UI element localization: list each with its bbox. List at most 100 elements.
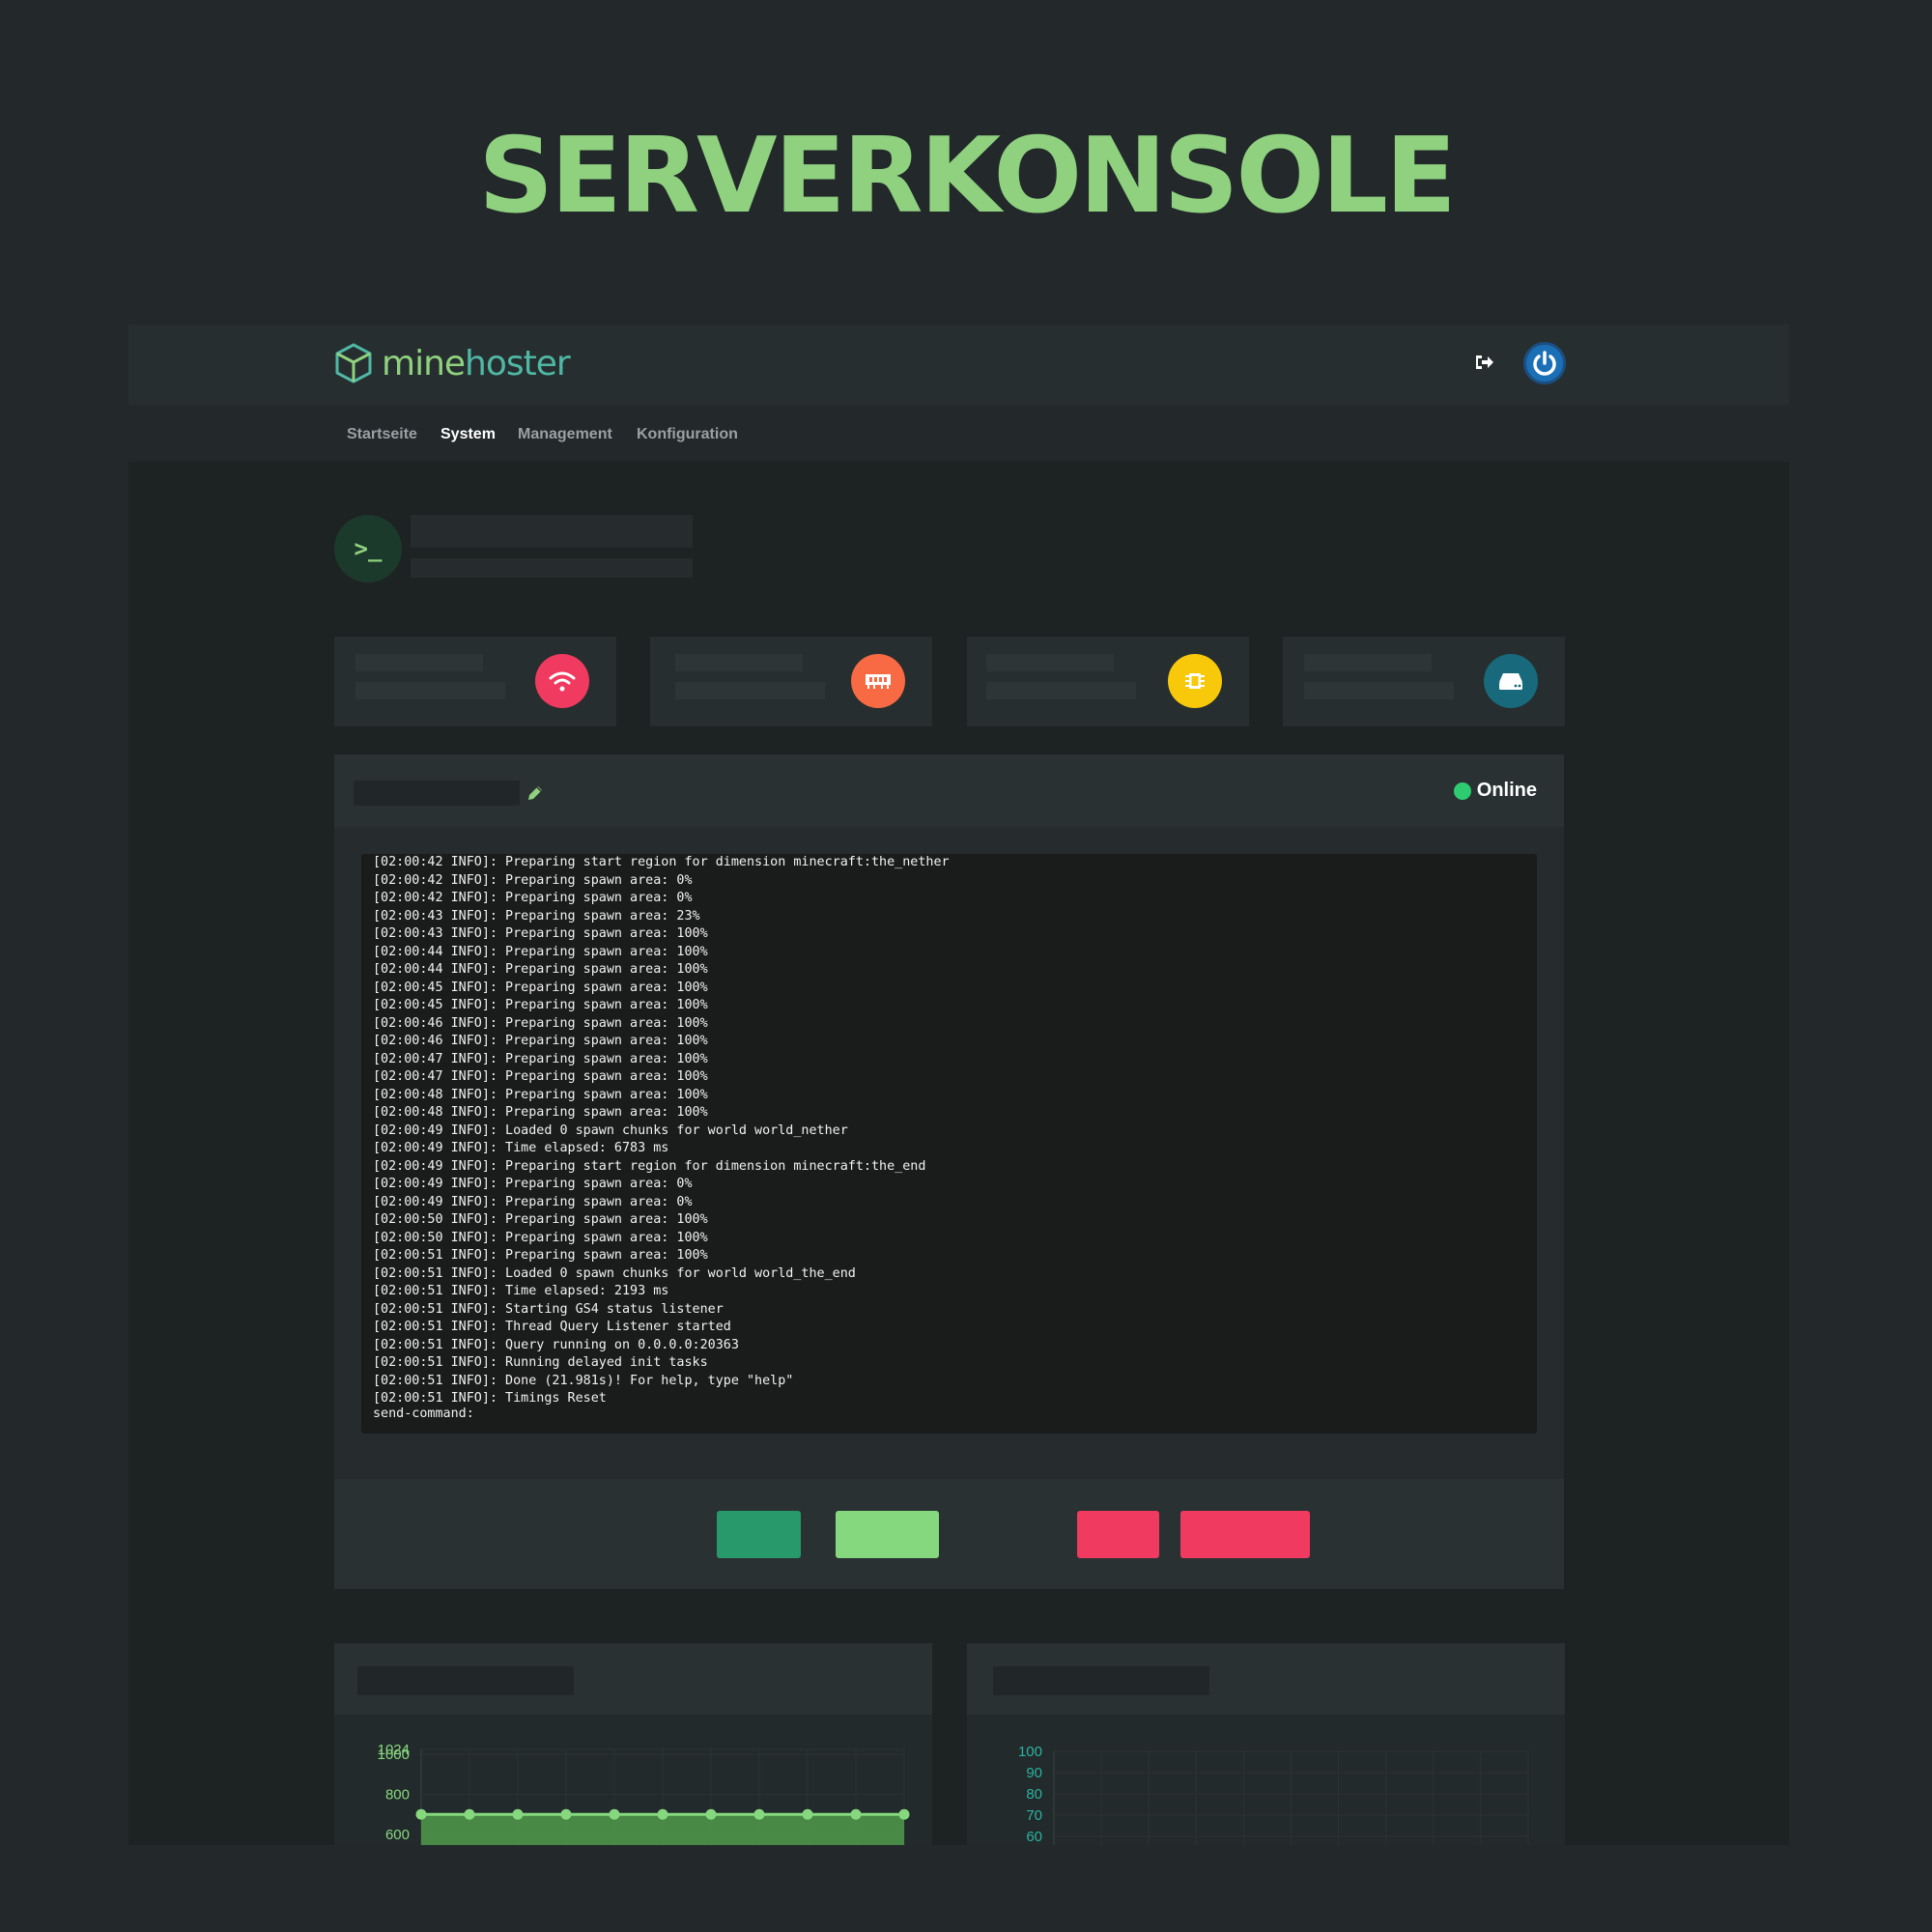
app-window: minehoster Startseite System Management … xyxy=(128,325,1789,1845)
brand-logo[interactable]: minehoster xyxy=(333,342,571,384)
chart-title-placeholder xyxy=(993,1666,1209,1695)
stat-card-network xyxy=(334,637,616,726)
stat-card-disk xyxy=(1283,637,1565,726)
stop-button[interactable] xyxy=(1077,1511,1159,1558)
log-lines: [02:00:42 INFO]: Preparing start region … xyxy=(373,854,950,1408)
log-line: [02:00:45 INFO]: Preparing spawn area: 1… xyxy=(373,998,708,1012)
data-point xyxy=(898,1808,910,1820)
log-line: [02:00:42 INFO]: Preparing spawn area: 0… xyxy=(373,872,693,888)
command-prompt[interactable]: send-command: xyxy=(373,1406,474,1421)
edit-name-icon[interactable] xyxy=(526,783,545,808)
data-point xyxy=(560,1808,572,1820)
wifi-icon xyxy=(535,654,589,708)
stat-card-cpu xyxy=(967,637,1249,726)
log-line: [02:00:51 INFO]: Thread Query Listener s… xyxy=(373,1320,731,1334)
status-dot xyxy=(1453,781,1471,800)
cpu-chart: 100 90 80 70 60 xyxy=(1018,1744,1529,1845)
stat-label-placeholder xyxy=(986,654,1114,671)
log-line: [02:00:51 INFO]: Running delayed init ta… xyxy=(373,1355,708,1370)
memory-chart: 10241000800600 xyxy=(378,1742,910,1845)
y-tick-label: 60 xyxy=(1026,1829,1042,1845)
log-line: [02:00:51 INFO]: Timings Reset xyxy=(373,1391,607,1406)
log-line: [02:00:47 INFO]: Preparing spawn area: 1… xyxy=(373,1051,708,1066)
console-output[interactable]: [02:00:42 INFO]: Preparing start region … xyxy=(361,854,1537,1434)
log-line: [02:00:42 INFO]: Preparing start region … xyxy=(373,855,950,869)
stat-card-memory xyxy=(650,637,932,726)
top-bar: minehoster xyxy=(128,325,1789,405)
restart-button[interactable] xyxy=(836,1511,939,1558)
y-tick-label: 90 xyxy=(1026,1765,1042,1781)
chart-title-placeholder xyxy=(357,1666,574,1695)
terminal-icon: >_ xyxy=(334,515,402,582)
y-tick-label: 100 xyxy=(1018,1744,1042,1760)
stat-label-placeholder xyxy=(1304,654,1432,671)
kill-button[interactable] xyxy=(1180,1511,1310,1558)
stat-value-placeholder xyxy=(1304,682,1454,699)
log-line: [02:00:47 INFO]: Preparing spawn area: 1… xyxy=(373,1069,708,1084)
log-line: [02:00:49 INFO]: Loaded 0 spawn chunks f… xyxy=(373,1122,848,1138)
log-line: [02:00:51 INFO]: Starting GS4 status lis… xyxy=(373,1301,724,1317)
action-bar xyxy=(334,1479,1564,1589)
log-line: [02:00:48 INFO]: Preparing spawn area: 1… xyxy=(373,1087,708,1102)
stat-value-placeholder xyxy=(986,682,1136,699)
log-line: [02:00:51 INFO]: Time elapsed: 2193 ms xyxy=(373,1284,669,1298)
log-line: [02:00:48 INFO]: Preparing spawn area: 1… xyxy=(373,1105,708,1120)
y-tick-label: 70 xyxy=(1026,1807,1042,1824)
memory-chart-card: 1024 1000 800 600 xyxy=(334,1643,932,1845)
data-point xyxy=(657,1808,668,1820)
y-tick-label: 80 xyxy=(1026,1786,1042,1803)
power-button[interactable] xyxy=(1523,342,1566,384)
power-icon xyxy=(1533,351,1556,376)
data-point xyxy=(415,1808,427,1820)
main-nav: Startseite System Management Konfigurati… xyxy=(128,405,1789,462)
y-tick-label: 1000 xyxy=(378,1747,410,1763)
data-point xyxy=(464,1808,475,1820)
stat-value-placeholder xyxy=(675,682,825,699)
data-point xyxy=(705,1808,717,1820)
chart-header xyxy=(334,1643,932,1715)
data-point xyxy=(850,1808,862,1820)
log-line: [02:00:50 INFO]: Preparing spawn area: 1… xyxy=(373,1212,708,1227)
log-line: [02:00:51 INFO]: Loaded 0 spawn chunks f… xyxy=(373,1265,856,1281)
sign-out-icon[interactable] xyxy=(1471,352,1496,377)
cube-icon xyxy=(335,343,372,384)
log-line: [02:00:46 INFO]: Preparing spawn area: 1… xyxy=(373,1034,708,1048)
log-line: [02:00:51 INFO]: Done (21.981s)! For hel… xyxy=(373,1373,794,1388)
start-button[interactable] xyxy=(717,1511,801,1558)
server-subtitle-placeholder xyxy=(411,558,693,578)
log-line: [02:00:44 INFO]: Preparing spawn area: 1… xyxy=(373,944,708,959)
status-label: Online xyxy=(1476,780,1537,801)
brand-name-part1: mine xyxy=(382,343,466,384)
log-line: [02:00:42 INFO]: Preparing spawn area: 0… xyxy=(373,891,693,905)
cpu-chart-card: 100 90 80 70 60 xyxy=(967,1643,1565,1845)
nav-item-konfiguration[interactable]: Konfiguration xyxy=(637,426,738,443)
log-line: [02:00:51 INFO]: Preparing spawn area: 1… xyxy=(373,1248,708,1263)
log-line: [02:00:49 INFO]: Preparing spawn area: 0… xyxy=(373,1194,693,1209)
data-point xyxy=(753,1808,765,1820)
server-title-placeholder xyxy=(411,515,693,548)
log-line: [02:00:46 INFO]: Preparing spawn area: 1… xyxy=(373,1015,708,1031)
log-line: [02:00:45 INFO]: Preparing spawn area: 1… xyxy=(373,980,708,995)
chart-header xyxy=(967,1643,1565,1715)
data-point xyxy=(802,1808,813,1820)
data-point xyxy=(512,1808,524,1820)
console-card: Online [02:00:42 INFO]: Preparing start … xyxy=(334,754,1564,1589)
server-status: Online xyxy=(1453,780,1537,802)
log-line: [02:00:49 INFO]: Preparing start region … xyxy=(373,1158,926,1174)
log-line: [02:00:50 INFO]: Preparing spawn area: 1… xyxy=(373,1230,708,1245)
log-line: [02:00:51 INFO]: Query running on 0.0.0.… xyxy=(373,1337,739,1352)
log-line: [02:00:49 INFO]: Preparing spawn area: 0… xyxy=(373,1177,693,1191)
stat-value-placeholder xyxy=(355,682,505,699)
server-name-placeholder xyxy=(354,781,520,806)
nav-item-startseite[interactable]: Startseite xyxy=(347,426,417,443)
hdd-icon xyxy=(1484,654,1538,708)
nav-item-management[interactable]: Management xyxy=(518,426,612,443)
log-line: [02:00:44 INFO]: Preparing spawn area: 1… xyxy=(373,962,708,977)
log-line: [02:00:49 INFO]: Time elapsed: 6783 ms xyxy=(373,1141,669,1155)
y-tick-label: 800 xyxy=(385,1786,410,1803)
cpu-icon xyxy=(1168,654,1222,708)
page-headline: SERVERKONSOLE xyxy=(478,116,1456,237)
log-line: [02:00:43 INFO]: Preparing spawn area: 2… xyxy=(373,908,700,923)
nav-item-system[interactable]: System xyxy=(440,426,496,443)
brand-name-part2: hoster xyxy=(465,343,571,384)
